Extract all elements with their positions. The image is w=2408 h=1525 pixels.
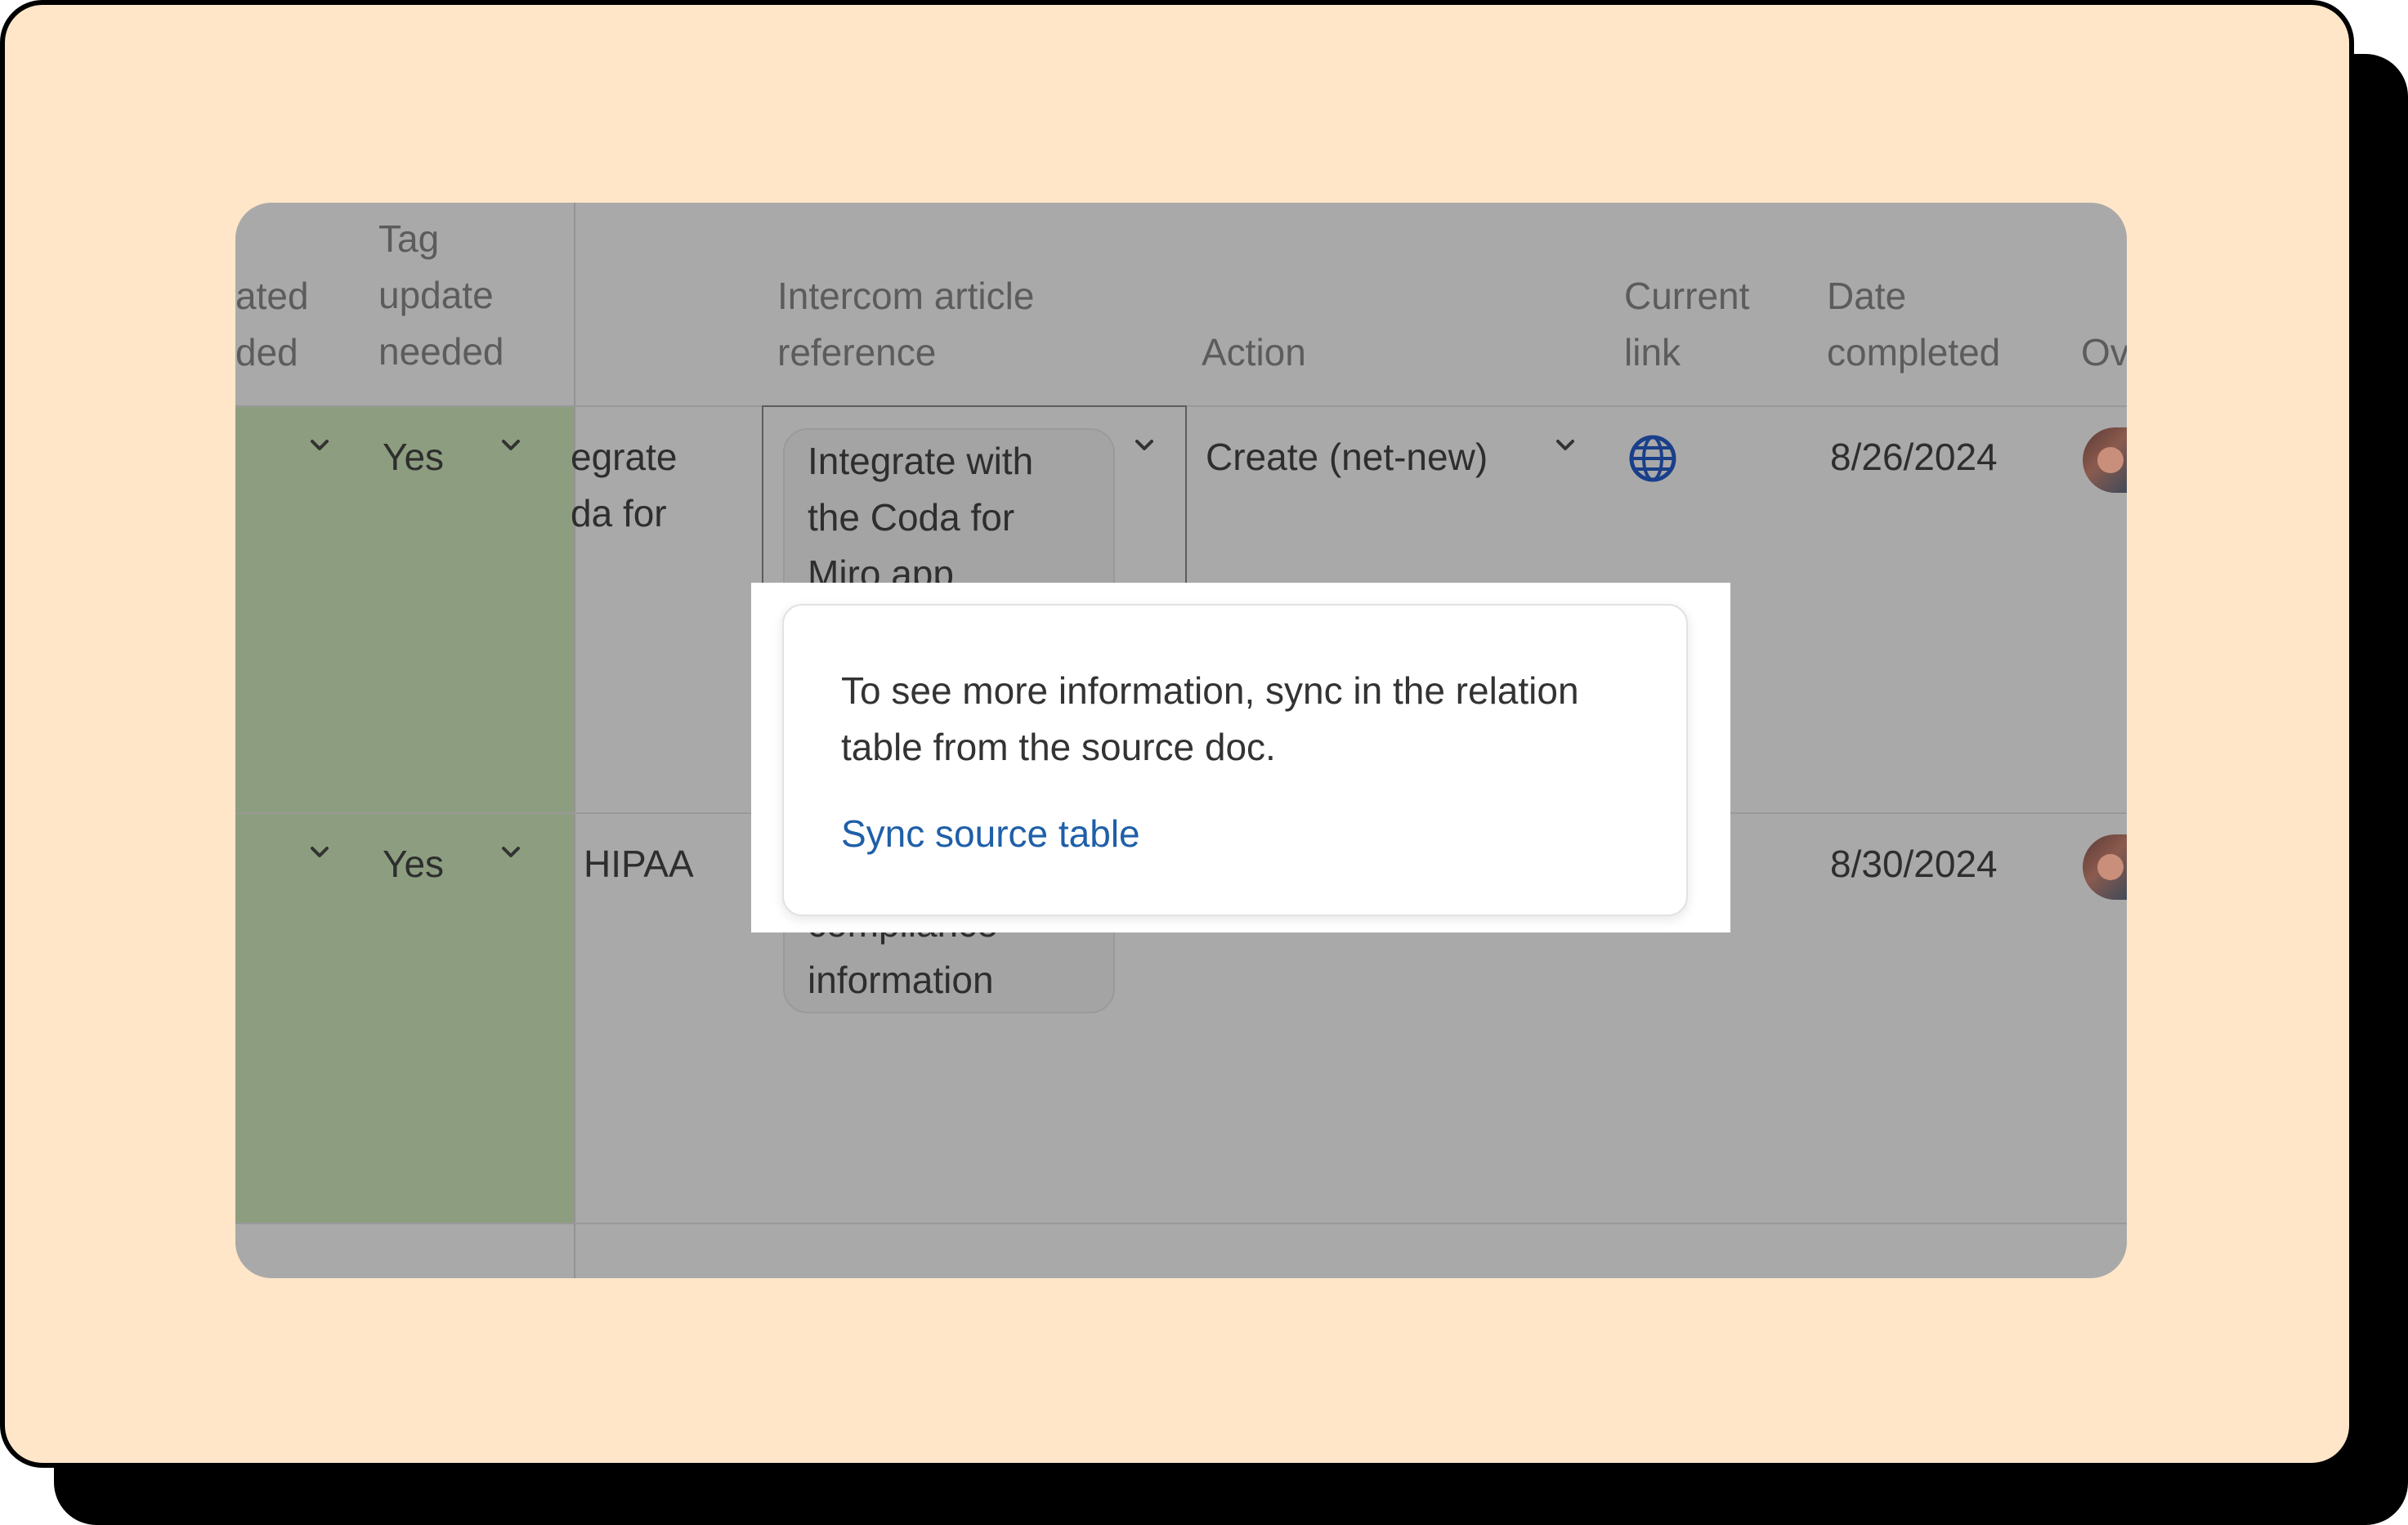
- header-line: Date: [1827, 275, 1907, 317]
- popup-message: To see more information, sync in the rel…: [841, 669, 1579, 768]
- tag-update-value[interactable]: Yes: [383, 836, 444, 892]
- header-line: Tag: [378, 217, 440, 260]
- date-completed-value: 8/26/2024: [1830, 436, 1998, 478]
- action-value[interactable]: Create (net-new): [1206, 429, 1488, 485]
- header-line: Current: [1624, 275, 1750, 317]
- globe-icon[interactable]: [1628, 434, 1677, 483]
- column-header-partial[interactable]: ated ded: [235, 268, 309, 381]
- column-divider: [574, 203, 575, 1278]
- title-cell-partial[interactable]: egrate da for: [571, 429, 677, 542]
- chevron-down-icon[interactable]: [1553, 433, 1578, 458]
- chevron-down-icon[interactable]: [307, 840, 332, 865]
- chip-line: Integrate with: [808, 440, 1034, 482]
- chevron-down-icon[interactable]: [1132, 433, 1157, 458]
- column-header-current-link[interactable]: Current link: [1624, 268, 1749, 381]
- relation-info-popup: To see more information, sync in the rel…: [782, 604, 1688, 916]
- chevron-down-icon[interactable]: [499, 840, 523, 865]
- header-line: ded: [235, 331, 298, 373]
- header-line: ated: [235, 275, 309, 317]
- chip-line: the Coda for: [808, 496, 1015, 539]
- column-header-date-completed[interactable]: Date completed: [1827, 268, 2000, 381]
- header-line: link: [1624, 331, 1681, 373]
- tag-update-value[interactable]: Yes: [383, 429, 444, 485]
- chevron-down-icon[interactable]: [307, 433, 332, 458]
- header-line: Intercom article: [777, 275, 1035, 317]
- cell-line: da for: [571, 492, 667, 534]
- row-divider: [235, 1223, 2127, 1224]
- header-line: completed: [1827, 331, 2001, 373]
- relation-chip[interactable]: Integrate with the Coda for Miro app: [783, 428, 1115, 607]
- highlighted-column: [235, 407, 575, 1224]
- sync-source-table-link[interactable]: Sync source table: [841, 806, 1140, 862]
- header-line: reference: [777, 331, 937, 373]
- column-header-intercom-article-reference[interactable]: Intercom article reference: [777, 268, 1034, 381]
- column-header-owner[interactable]: Ov: [2081, 324, 2127, 381]
- title-cell[interactable]: HIPAA: [584, 836, 694, 892]
- header-line: needed: [378, 330, 504, 373]
- column-header-tag-update-needed[interactable]: Tag update needed: [378, 211, 504, 380]
- chip-line: information: [808, 959, 994, 1001]
- cell-line: egrate: [571, 436, 678, 478]
- screenshot-frame: ated ded Tag update needed Intercom arti…: [0, 0, 2354, 1468]
- chevron-down-icon[interactable]: [499, 433, 523, 458]
- column-header-action[interactable]: Action: [1202, 324, 1306, 381]
- owner-avatar[interactable]: [2083, 427, 2127, 493]
- owner-avatar[interactable]: [2083, 834, 2127, 900]
- header-line: update: [378, 274, 494, 316]
- date-completed-value: 8/30/2024: [1830, 843, 1998, 885]
